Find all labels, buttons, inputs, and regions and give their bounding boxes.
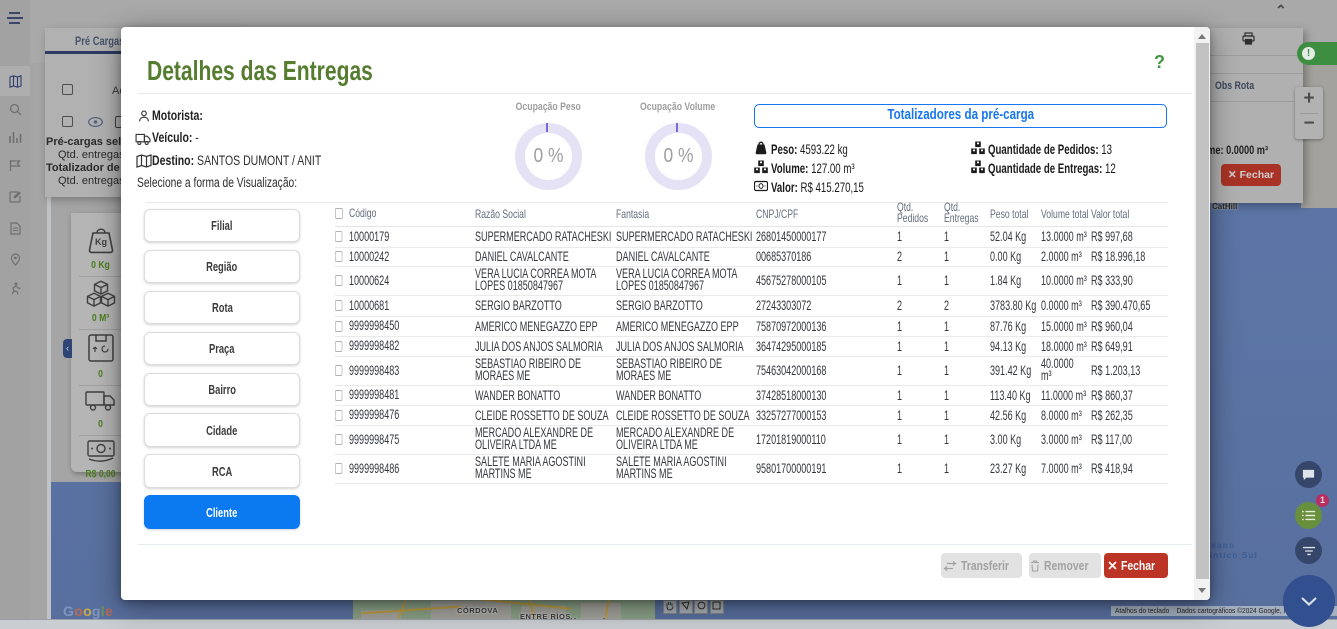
svg-text:Kg: Kg [95, 237, 107, 247]
